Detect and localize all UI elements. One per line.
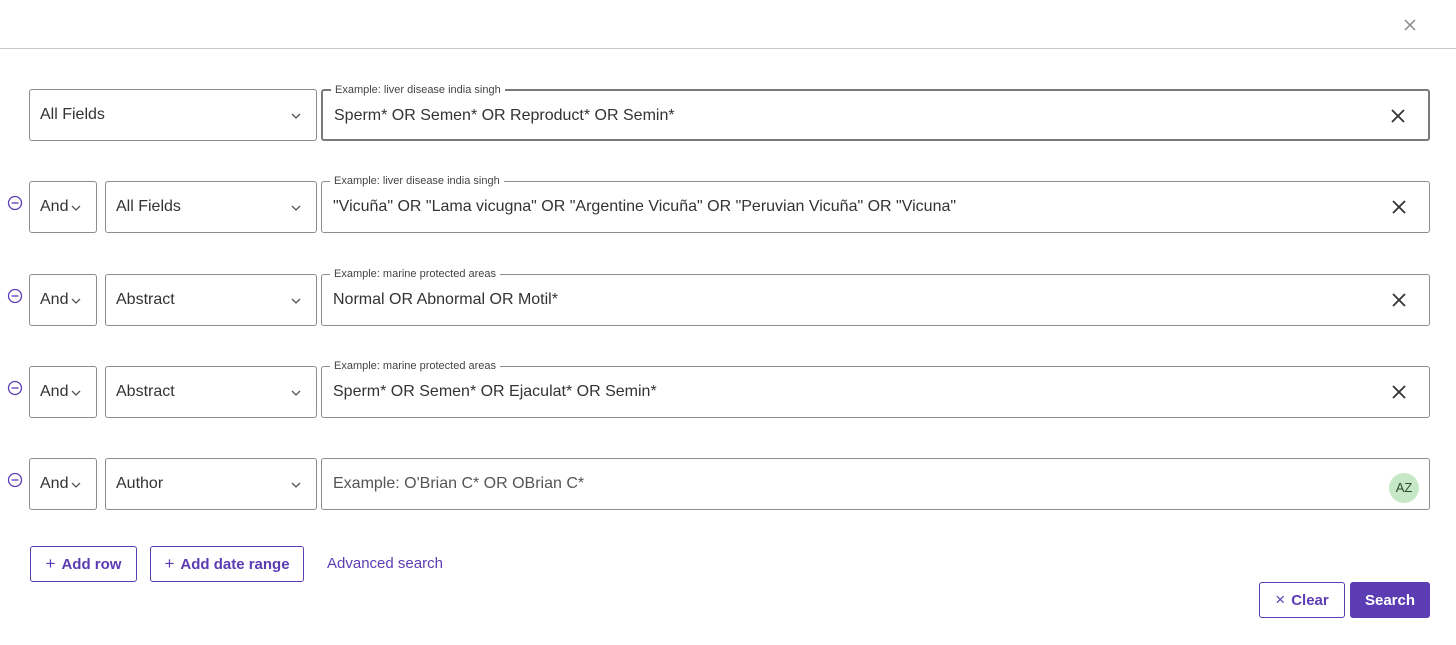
field-select-label: All Fields [116,198,181,215]
operator-label: And [40,383,69,400]
search-row-5: And Author AZ [0,458,1456,510]
close-icon[interactable] [1400,15,1420,35]
operator-label: And [40,291,69,308]
field-select[interactable]: Abstract [105,366,317,418]
operator-label: And [40,198,69,215]
clear-field-icon[interactable] [1391,199,1407,215]
add-row-button[interactable]: + Add row [30,546,137,582]
search-row-4: And Abstract Example: marine protected a… [0,358,1456,418]
chevron-down-icon [291,482,301,488]
field-select[interactable]: Abstract [105,274,317,326]
search-button[interactable]: Search [1350,582,1430,618]
query-box: Example: liver disease india singh [321,82,1430,141]
remove-row-icon[interactable] [7,380,23,396]
clear-field-icon[interactable] [1391,384,1407,400]
remove-row-icon[interactable] [7,195,23,211]
clear-button[interactable]: × Clear [1259,582,1345,618]
add-date-range-label: Add date range [180,555,290,573]
chevron-down-icon [291,113,301,119]
clear-field-icon[interactable] [1390,108,1406,124]
query-input[interactable] [333,367,1373,417]
query-input[interactable] [333,182,1373,232]
query-box: AZ [321,458,1430,510]
chevron-down-icon [291,205,301,211]
search-row-3: And Abstract Example: marine protected a… [0,266,1456,326]
clear-field-icon[interactable] [1391,292,1407,308]
remove-row-icon[interactable] [7,288,23,304]
field-select[interactable]: All Fields [29,89,317,141]
close-icon: × [1275,590,1286,609]
chevron-down-icon [71,482,81,488]
operator-select[interactable]: And [29,366,97,418]
add-date-range-button[interactable]: + Add date range [150,546,304,582]
operator-select[interactable]: And [29,181,97,233]
chevron-down-icon [71,298,81,304]
field-select[interactable]: All Fields [105,181,317,233]
chevron-down-icon [291,390,301,396]
add-row-label: Add row [61,555,122,573]
top-divider [0,48,1456,49]
clear-label: Clear [1291,591,1329,609]
operator-select[interactable]: And [29,458,97,510]
plus-icon: + [164,554,175,573]
search-label: Search [1364,591,1416,609]
remove-row-icon[interactable] [7,472,23,488]
field-select-label: Abstract [116,383,175,400]
plus-icon: + [45,554,56,573]
field-select[interactable]: Author [105,458,317,510]
query-box: Example: marine protected areas [321,266,1430,326]
query-input[interactable] [334,91,1374,141]
chevron-down-icon [71,205,81,211]
author-lookup-icon[interactable]: AZ [1389,473,1419,503]
query-box: Example: marine protected areas [321,358,1430,418]
search-row-2: And All Fields Example: liver disease in… [0,173,1456,233]
field-select-label: All Fields [40,106,105,123]
search-row-1: All Fields Example: liver disease india … [0,82,1456,141]
advanced-search-link[interactable]: Advanced search [327,555,443,572]
author-query-input[interactable] [333,459,1373,509]
query-box: Example: liver disease india singh [321,173,1430,233]
field-select-label: Abstract [116,291,175,308]
chevron-down-icon [71,390,81,396]
operator-select[interactable]: And [29,274,97,326]
chevron-down-icon [291,298,301,304]
query-input[interactable] [333,275,1373,325]
operator-label: And [40,475,69,492]
field-select-label: Author [116,475,164,492]
